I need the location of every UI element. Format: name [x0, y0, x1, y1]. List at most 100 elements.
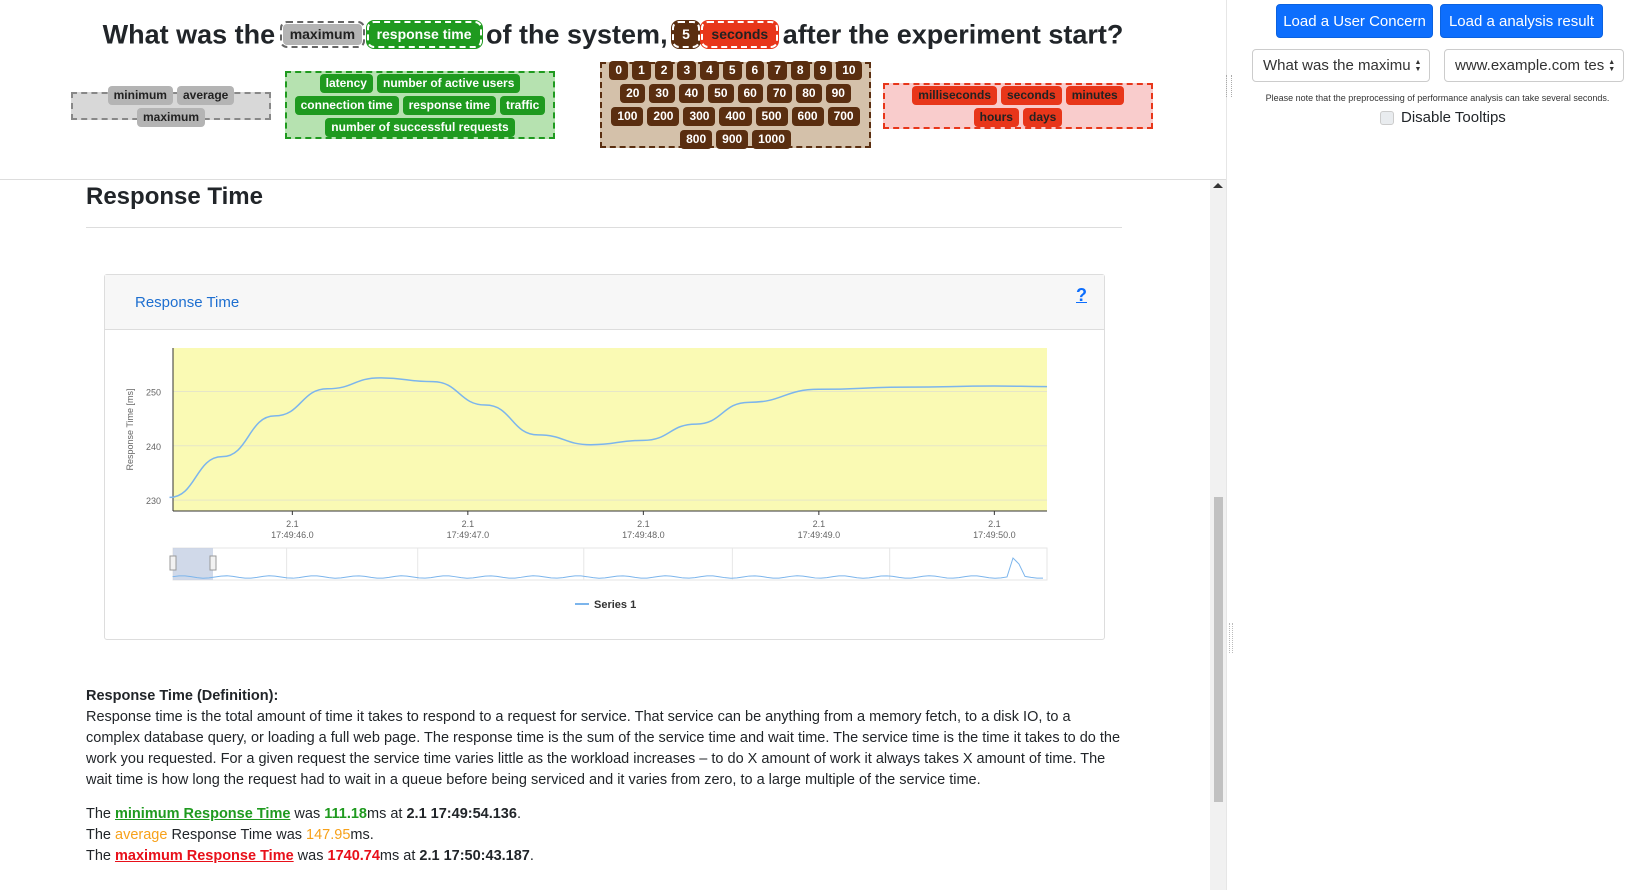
page-title: Response Time — [86, 183, 263, 210]
question-text-2: of the system, — [486, 19, 668, 50]
selected-aggregation[interactable]: maximum — [279, 21, 366, 49]
x-tick-label-date: 2.1 — [637, 519, 650, 529]
option-number[interactable]: 20 — [620, 84, 646, 103]
x-tick-label-date: 2.1 — [462, 519, 475, 529]
option-number[interactable]: 7 — [768, 61, 787, 80]
option-metric[interactable]: number of active users — [376, 73, 521, 93]
main-scrollbar[interactable] — [1210, 180, 1226, 890]
help-link[interactable]: ? — [1076, 285, 1087, 306]
select-arrows-icon: ▲ ▼ — [1414, 58, 1422, 73]
option-number[interactable]: 0 — [609, 61, 629, 80]
response-time-chart[interactable]: 230240250Response Time [ms]2.117:49:46.0… — [105, 330, 1104, 639]
avg-stat-line: The average Response Time was 147.95ms. — [86, 827, 374, 843]
scroll-up-icon[interactable] — [1213, 183, 1223, 188]
y-axis-label: Response Time [ms] — [125, 388, 135, 470]
scroll-thumb[interactable] — [1214, 497, 1223, 802]
option-unit[interactable]: days — [1022, 107, 1063, 127]
option-number[interactable]: 70 — [766, 84, 793, 103]
min-timestamp: 2.1 17:49:54.136 — [406, 806, 517, 822]
max-stat-line: The maximum Response Time was 1740.74ms … — [86, 848, 534, 864]
option-number[interactable]: 400 — [719, 107, 752, 126]
y-tick-label: 230 — [146, 496, 161, 506]
option-number[interactable]: 100 — [611, 107, 644, 126]
disable-tooltips-toggle[interactable]: Disable Tooltips — [1380, 109, 1506, 126]
unit-options: milliseconds seconds minutes hours days — [883, 83, 1153, 129]
option-number[interactable]: 5 — [722, 61, 742, 80]
minimum-response-time-link[interactable]: minimum Response Time — [115, 806, 290, 822]
option-unit[interactable]: hours — [973, 107, 1019, 127]
option-number[interactable]: 800 — [680, 130, 713, 149]
sidebar-panel — [1226, 0, 1635, 890]
definition-section: Response Time (Definition): Response tim… — [86, 686, 1126, 791]
navigator-frame — [172, 547, 1048, 581]
option-number[interactable]: 1 — [632, 61, 651, 80]
navigator-selection — [173, 548, 213, 580]
option-number[interactable]: 8 — [790, 61, 810, 80]
disable-tooltips-checkbox[interactable] — [1380, 110, 1394, 125]
question-select-value: What was the maximu — [1263, 57, 1411, 74]
option-unit[interactable]: milliseconds — [912, 85, 997, 105]
option-number[interactable]: 50 — [708, 84, 734, 103]
question-sentence: What was the maximum response time of th… — [0, 18, 1226, 50]
option-metric[interactable]: latency — [319, 73, 373, 93]
option-metric[interactable]: connection time — [294, 95, 399, 115]
x-tick-label-time: 17:49:48.0 — [622, 530, 665, 540]
question-select[interactable]: What was the maximu ▲ ▼ — [1252, 49, 1430, 82]
option-number[interactable]: 3 — [677, 61, 697, 80]
option-metric[interactable]: response time — [402, 95, 497, 115]
chart-card-title: Response Time — [135, 294, 240, 311]
option-number[interactable]: 90 — [825, 84, 851, 103]
number-options: 0 1 2 3 4 5 6 7 8 9 10 20 30 40 50 60 70… — [600, 61, 871, 149]
option-number[interactable]: 300 — [683, 107, 716, 126]
question-builder: What was the maximum response time of th… — [0, 0, 1226, 180]
option-number[interactable]: 900 — [716, 130, 749, 149]
resize-handle[interactable] — [1226, 75, 1232, 97]
option-number[interactable]: 500 — [755, 107, 788, 126]
option-number[interactable]: 9 — [813, 61, 833, 80]
option-number[interactable]: 60 — [737, 84, 763, 103]
option-metric[interactable]: number of successful requests — [325, 117, 515, 137]
x-tick-label-time: 17:49:46.0 — [271, 530, 314, 540]
selected-number[interactable]: 5 — [672, 21, 700, 49]
option-number[interactable]: 6 — [745, 61, 765, 80]
y-tick-label: 250 — [146, 387, 161, 397]
option-aggregation[interactable]: average — [176, 85, 235, 105]
load-user-concern-button[interactable]: Load a User Concern — [1276, 4, 1433, 38]
y-tick-label: 240 — [146, 442, 161, 452]
option-number[interactable]: 1000 — [752, 130, 791, 149]
option-unit[interactable]: minutes — [1065, 85, 1124, 105]
option-number[interactable]: 40 — [678, 84, 705, 103]
min-value: 111.18 — [324, 806, 367, 822]
question-text-1: What was the — [102, 19, 276, 50]
url-select[interactable]: www.example.com tes ▲ ▼ — [1444, 49, 1624, 82]
preprocessing-note: Please note that the preprocessing of pe… — [1265, 93, 1610, 103]
option-number[interactable]: 80 — [796, 84, 822, 103]
title-divider — [86, 227, 1122, 228]
selected-unit[interactable]: seconds — [701, 21, 779, 49]
option-number[interactable]: 700 — [827, 107, 860, 126]
x-tick-label-date: 2.1 — [988, 519, 1001, 529]
option-metric[interactable]: traffic — [500, 95, 546, 115]
option-number[interactable]: 4 — [700, 61, 719, 80]
x-tick-label-date: 2.1 — [286, 519, 299, 529]
plot-area — [173, 348, 1047, 511]
maximum-response-time-link[interactable]: maximum Response Time — [115, 848, 294, 864]
splitter-grip-icon[interactable] — [1229, 623, 1233, 653]
header-divider — [0, 179, 1226, 180]
legend-series-label: Series 1 — [594, 599, 636, 611]
option-aggregation[interactable]: maximum — [136, 107, 206, 127]
option-unit[interactable]: seconds — [1001, 85, 1062, 105]
option-number[interactable]: 600 — [791, 107, 824, 126]
question-text-3: after the experiment start? — [782, 19, 1124, 50]
option-aggregation[interactable]: minimum — [107, 85, 173, 105]
definition-title: Response Time (Definition): — [86, 688, 279, 704]
selected-metric[interactable]: response time — [366, 21, 482, 49]
option-number[interactable]: 30 — [649, 84, 675, 103]
max-timestamp: 2.1 17:50:43.187 — [419, 848, 530, 864]
option-number[interactable]: 10 — [836, 61, 862, 80]
chart-card-header: Response Time ? — [105, 275, 1104, 330]
min-stat-line: The minimum Response Time was 111.18ms a… — [86, 806, 521, 822]
option-number[interactable]: 200 — [647, 107, 680, 126]
load-analysis-result-button[interactable]: Load a analysis result — [1440, 4, 1603, 38]
option-number[interactable]: 2 — [654, 61, 674, 80]
